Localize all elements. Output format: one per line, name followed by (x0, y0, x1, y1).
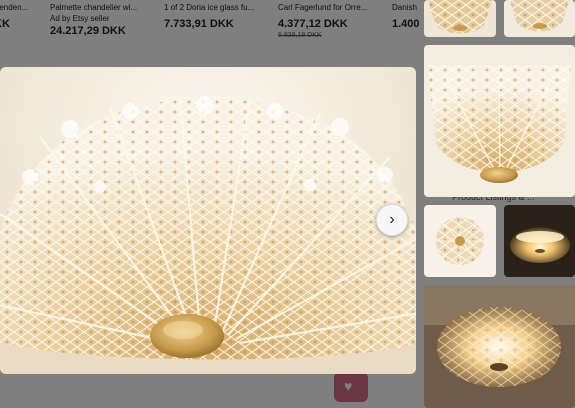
thumbnail-image (424, 0, 496, 37)
chevron-right-icon: › (389, 211, 395, 228)
thumbnail[interactable] (504, 205, 575, 277)
thumbnail-image (504, 0, 575, 37)
thumbnail[interactable] (424, 205, 496, 277)
thumbnail[interactable] (424, 285, 575, 408)
next-image-button[interactable]: › (376, 204, 408, 236)
thumbnail-image (424, 45, 575, 197)
main-image (0, 67, 416, 374)
thumbnail[interactable] (504, 0, 575, 37)
thumbnail-image (424, 205, 496, 277)
thumbnail-image (504, 205, 575, 277)
thumbnail-image (424, 285, 575, 408)
lamp-photo (0, 67, 416, 374)
thumbnail[interactable] (424, 45, 575, 197)
thumbnail[interactable] (424, 0, 496, 37)
